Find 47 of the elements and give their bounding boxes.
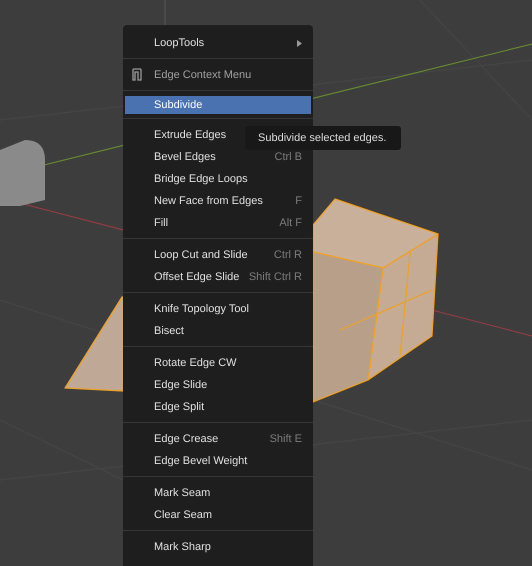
menu-item[interactable]: Rotate Edge CW	[123, 352, 313, 374]
shortcut-label: Shift Ctrl R	[248, 271, 302, 283]
menu-item[interactable]: New Face from Edges F	[123, 190, 313, 212]
menu-item-label: Bridge Edge Loops	[154, 173, 248, 185]
menu-header[interactable]: Edge Context Menu	[123, 64, 313, 86]
menu-item[interactable]: Mark Sharp	[123, 536, 313, 558]
menu-item-label: Edge Slide	[154, 379, 208, 391]
menu-item-label: Subdivide	[154, 99, 202, 111]
submenu-item[interactable]: LoopTools	[123, 32, 313, 54]
menu-item[interactable]: Edge Slide	[123, 374, 313, 396]
menu-item[interactable]: Subdivide	[125, 96, 311, 114]
shortcut-label: Ctrl B	[274, 151, 302, 163]
menu-item-label: New Face from Edges	[154, 195, 263, 207]
menu-item[interactable]: Clear Seam	[123, 504, 313, 526]
submenu-arrow-icon	[297, 40, 302, 46]
menu-item-label: LoopTools	[154, 37, 204, 49]
menu-item-label: Edge Context Menu	[154, 69, 252, 81]
menu-item[interactable]: Edge Crease Shift E	[123, 428, 313, 450]
menu-item-label: Edge Split	[154, 401, 204, 413]
menu-item[interactable]: Edge Bevel Weight	[123, 450, 313, 472]
menu-item-label: Rotate Edge CW	[154, 357, 237, 369]
menu-item-label: Knife Topology Tool	[154, 303, 249, 315]
menu-item-label: Mark Sharp	[154, 541, 211, 553]
shortcut-label: F	[295, 195, 302, 207]
menu-item[interactable]: Bridge Edge Loops	[123, 168, 313, 190]
shortcut-label: Ctrl R	[274, 249, 302, 261]
menu-item-label: Offset Edge Slide	[154, 271, 240, 283]
shortcut-label: Shift E	[270, 433, 302, 445]
tooltip: Subdivide selected edges.	[245, 126, 401, 150]
menu-item-label: Edge Bevel Weight	[154, 455, 248, 467]
rounded-object-drawing	[0, 140, 45, 206]
menu-item-label: Bevel Edges	[154, 151, 216, 163]
pin-icon	[131, 68, 143, 81]
menu-item[interactable]: Mark Seam	[123, 482, 313, 504]
menu-item[interactable]: Offset Edge Slide Shift Ctrl R	[123, 266, 313, 288]
menu-item[interactable]: Knife Topology Tool	[123, 298, 313, 320]
menu-item-label: Fill	[154, 217, 168, 229]
shortcut-label: Alt F	[279, 217, 302, 229]
menu-item-label: Edge Crease	[154, 433, 218, 445]
menu-item[interactable]: Fill Alt F	[123, 212, 313, 234]
menu-item-label: Clear Seam	[154, 509, 212, 521]
menu-item-label: Bisect	[154, 325, 184, 337]
menu-item[interactable]: Loop Cut and Slide Ctrl R	[123, 244, 313, 266]
menu-item-label: Loop Cut and Slide	[154, 249, 248, 261]
menu-item[interactable]: Bisect	[123, 320, 313, 342]
menu-item-label: Mark Seam	[154, 487, 210, 499]
menu-item[interactable]: Edge Split	[123, 396, 313, 418]
